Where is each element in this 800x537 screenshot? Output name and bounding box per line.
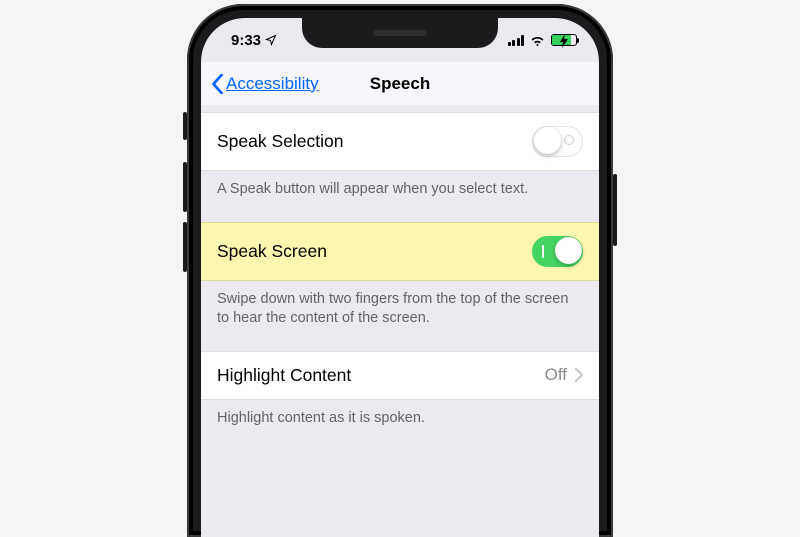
back-button[interactable]: Accessibility bbox=[211, 74, 370, 94]
row-value-text: Off bbox=[545, 365, 567, 385]
nav-bar: Accessibility Speech bbox=[201, 62, 599, 106]
notch bbox=[302, 18, 498, 48]
mute-switch bbox=[183, 112, 187, 140]
row-label: Highlight Content bbox=[217, 365, 351, 386]
wifi-icon bbox=[529, 34, 546, 46]
row-footer: Highlight content as it is spoken. bbox=[201, 400, 599, 451]
battery-icon bbox=[551, 34, 577, 46]
row-label: Speak Screen bbox=[217, 241, 327, 262]
phone-frame: 9:33 bbox=[187, 4, 613, 537]
row-footer: A Speak button will appear when you sele… bbox=[201, 171, 599, 222]
row-value: Off bbox=[545, 365, 583, 385]
toggle-off-indicator-icon bbox=[564, 135, 574, 145]
power-button bbox=[613, 174, 617, 246]
chevron-right-icon bbox=[575, 368, 583, 382]
screen: 9:33 bbox=[201, 18, 599, 537]
status-time: 9:33 bbox=[231, 32, 261, 49]
status-right bbox=[508, 34, 578, 46]
row-speak-screen[interactable]: Speak Screen bbox=[201, 222, 599, 281]
chevron-left-icon bbox=[211, 74, 224, 94]
volume-up-button bbox=[183, 162, 187, 212]
toggle-knob bbox=[555, 237, 582, 264]
location-icon bbox=[265, 34, 277, 46]
row-label: Speak Selection bbox=[217, 131, 343, 152]
toggle-knob bbox=[534, 127, 561, 154]
toggle-speak-selection[interactable] bbox=[532, 126, 583, 157]
row-highlight-content[interactable]: Highlight Content Off bbox=[201, 351, 599, 400]
page-title: Speech bbox=[370, 74, 430, 94]
toggle-on-indicator-icon bbox=[542, 245, 544, 258]
status-left: 9:33 bbox=[231, 32, 277, 49]
volume-down-button bbox=[183, 222, 187, 272]
speaker-icon bbox=[373, 30, 427, 36]
row-footer: Swipe down with two fingers from the top… bbox=[201, 281, 599, 351]
charging-icon bbox=[559, 34, 569, 51]
settings-list[interactable]: Speak Selection A Speak button will appe… bbox=[201, 112, 599, 450]
back-label: Accessibility bbox=[226, 74, 319, 94]
toggle-speak-screen[interactable] bbox=[532, 236, 583, 267]
row-speak-selection[interactable]: Speak Selection bbox=[201, 112, 599, 171]
cellular-icon bbox=[508, 35, 525, 46]
